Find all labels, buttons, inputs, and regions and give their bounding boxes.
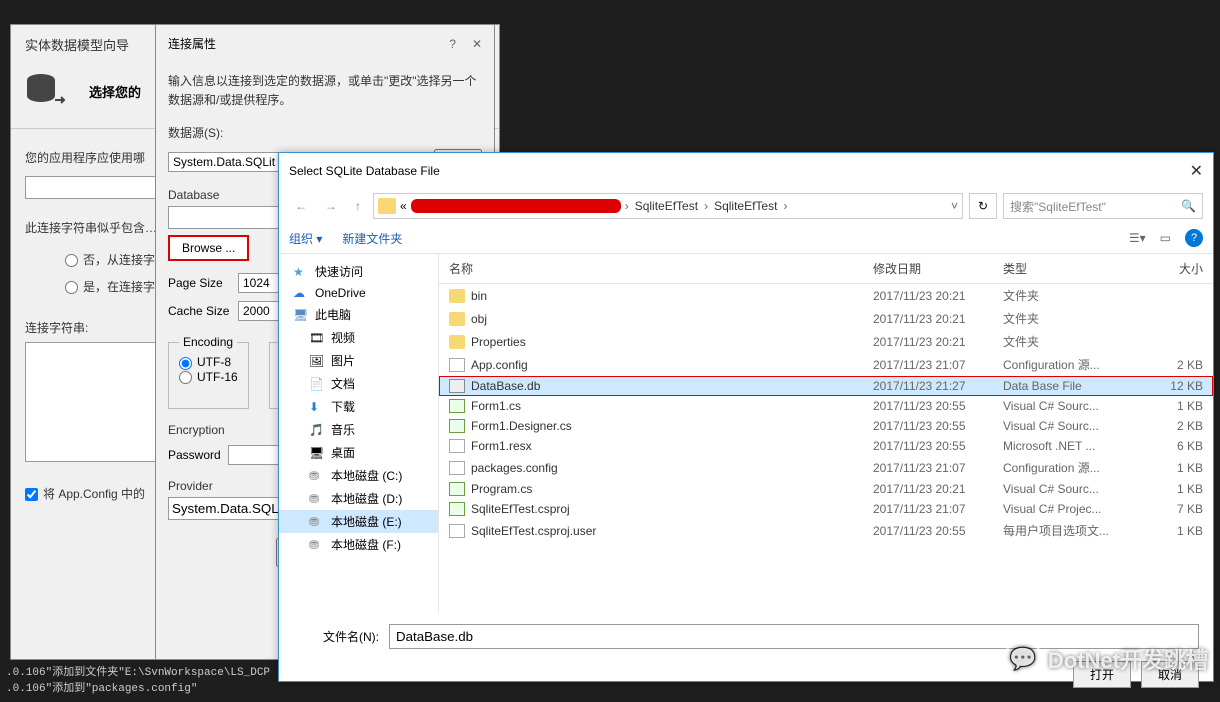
dl-icon: ⬇ [309, 400, 325, 414]
file-list: 名称 修改日期 类型 大小 bin2017/11/23 20:21文件夹obj2… [439, 254, 1213, 612]
tree-node[interactable]: ☁OneDrive [279, 283, 438, 303]
star-icon: ★ [293, 265, 309, 279]
conn-title: 连接属性 [168, 35, 216, 52]
datasource-label: 数据源(S): [168, 124, 482, 141]
appconfig-checkbox[interactable]: 将 App.Config 中的 [25, 487, 145, 501]
help-icon[interactable]: ? [449, 37, 456, 51]
col-name[interactable]: 名称 [449, 260, 873, 277]
file-row[interactable]: packages.config2017/11/23 21:07Configura… [439, 456, 1213, 479]
folder-icon [449, 335, 465, 349]
file-row[interactable]: Program.cs2017/11/23 20:21Visual C# Sour… [439, 479, 1213, 499]
file-icon [449, 358, 465, 372]
wechat-icon: 💬 [1006, 645, 1040, 673]
file-row[interactable]: Form1.Designer.cs2017/11/23 20:55Visual … [439, 416, 1213, 436]
redacted-path [411, 199, 621, 213]
file-row[interactable]: SqliteEfTest.csproj2017/11/23 21:07Visua… [439, 499, 1213, 519]
console-output: .0.106"添加到文件夹"E:\SvnWorkspace\LS_DCP .0.… [0, 662, 276, 701]
cs-icon [449, 482, 465, 496]
cs-icon [449, 502, 465, 516]
drive-icon: ⛃ [309, 538, 325, 552]
file-row[interactable]: App.config2017/11/23 21:07Configuration … [439, 353, 1213, 376]
video-icon [309, 331, 325, 345]
file-row[interactable]: Form1.cs2017/11/23 20:55Visual C# Sourc.… [439, 396, 1213, 416]
organize-menu[interactable]: 组织 ▾ [289, 230, 322, 247]
database-icon [25, 72, 69, 110]
file-icon [449, 524, 465, 538]
col-date[interactable]: 修改日期 [873, 260, 1003, 277]
help-icon[interactable]: ? [1185, 229, 1203, 247]
doc-icon [309, 377, 325, 391]
nav-back-icon[interactable]: ← [289, 195, 313, 217]
newfolder-button[interactable]: 新建文件夹 [342, 230, 402, 247]
cachesize-label: Cache Size [168, 304, 238, 318]
file-row[interactable]: bin2017/11/23 20:21文件夹 [439, 284, 1213, 307]
tree-node[interactable]: 桌面 [279, 441, 438, 464]
close-icon[interactable]: ✕ [472, 37, 482, 51]
folder-icon [449, 289, 465, 303]
file-icon [449, 461, 465, 475]
file-row[interactable]: DataBase.db2017/11/23 21:27Data Base Fil… [439, 376, 1213, 396]
folder-icon [449, 312, 465, 326]
col-size[interactable]: 大小 [1133, 260, 1203, 277]
cs-icon [449, 399, 465, 413]
tree-node[interactable]: 图片 [279, 349, 438, 372]
nav-up-icon[interactable]: ↑ [349, 195, 367, 217]
pagesize-label: Page Size [168, 276, 238, 290]
tree-node[interactable]: ⬇下载 [279, 395, 438, 418]
search-input[interactable]: 搜索"SqliteEfTest" 🔍 [1003, 193, 1203, 219]
utf16-radio[interactable]: UTF-16 [179, 370, 238, 384]
file-row[interactable]: SqliteEfTest.csproj.user2017/11/23 20:55… [439, 519, 1213, 542]
utf8-radio[interactable]: UTF-8 [179, 355, 231, 369]
password-label: Password [168, 448, 228, 462]
drive-icon: ⛃ [309, 492, 325, 506]
file-open-dialog: Select SQLite Database File ✕ ← → ↑ « › … [278, 152, 1214, 682]
file-row[interactable]: Form1.resx2017/11/23 20:55Microsoft .NET… [439, 436, 1213, 456]
wizard-subtitle: 选择您的 [89, 82, 141, 101]
music-icon [309, 423, 325, 437]
tree-node[interactable]: 🖥此电脑 [279, 303, 438, 326]
file-row[interactable]: obj2017/11/23 20:21文件夹 [439, 307, 1213, 330]
tree-node[interactable]: 视频 [279, 326, 438, 349]
drive-icon: ⛃ [309, 469, 325, 483]
cloud-icon: ☁ [293, 286, 309, 300]
pc-icon: 🖥 [293, 308, 309, 322]
tree-node[interactable]: ★快速访问 [279, 260, 438, 283]
folder-icon [378, 198, 396, 214]
watermark: 💬 DotNet开发跳槽 [1006, 643, 1208, 675]
encoding-group: Encoding UTF-8 UTF-16 [168, 335, 249, 409]
desk-icon [309, 446, 325, 460]
col-type[interactable]: 类型 [1003, 260, 1133, 277]
tree-node[interactable]: ⛃本地磁盘 (E:) [279, 510, 438, 533]
pic-icon [309, 354, 325, 368]
view-details-icon[interactable]: ☰▾ [1129, 231, 1146, 245]
db-icon [449, 379, 465, 393]
filedialog-title: Select SQLite Database File [289, 164, 440, 178]
nav-forward-icon[interactable]: → [319, 195, 343, 217]
file-icon [449, 439, 465, 453]
conn-description: 输入信息以连接到选定的数据源，或单击"更改"选择另一个数据源和/或提供程序。 [168, 72, 482, 110]
refresh-button[interactable]: ↻ [969, 193, 997, 219]
cs-icon [449, 419, 465, 433]
tree-node[interactable]: 音乐 [279, 418, 438, 441]
tree-node[interactable]: ⛃本地磁盘 (D:) [279, 487, 438, 510]
breadcrumb[interactable]: « › SqliteEfTest › SqliteEfTest › ˅ [373, 193, 963, 219]
drive-icon: ⛃ [309, 515, 325, 529]
tree-node[interactable]: ⛃本地磁盘 (C:) [279, 464, 438, 487]
tree-node[interactable]: 文档 [279, 372, 438, 395]
tree-node[interactable]: ⛃本地磁盘 (F:) [279, 533, 438, 556]
search-icon: 🔍 [1181, 199, 1196, 213]
file-row[interactable]: Properties2017/11/23 20:21文件夹 [439, 330, 1213, 353]
close-icon[interactable]: ✕ [1190, 161, 1203, 181]
filename-label: 文件名(N): [293, 628, 379, 645]
preview-pane-icon[interactable]: ▭ [1160, 231, 1171, 245]
browse-button[interactable]: Browse ... [168, 235, 249, 261]
nav-tree: ★快速访问☁OneDrive🖥此电脑视频图片文档⬇下载音乐桌面⛃本地磁盘 (C:… [279, 254, 439, 612]
